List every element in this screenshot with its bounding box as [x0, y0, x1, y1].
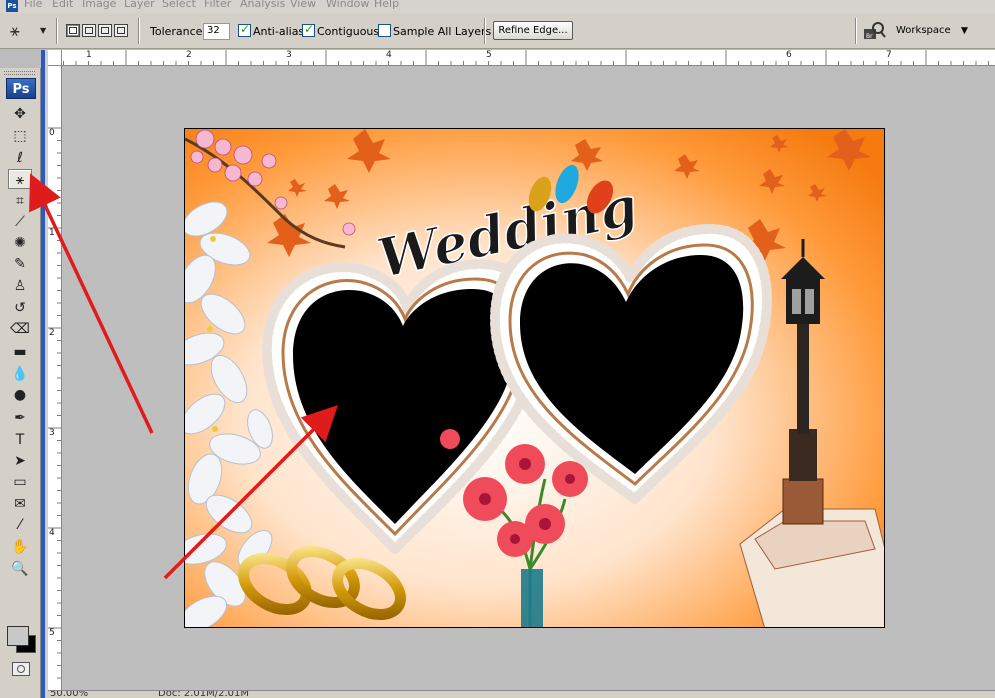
ruler-label: 3	[286, 50, 292, 60]
menu-layer[interactable]: Layer	[124, 0, 155, 10]
chevron-down-icon: ▼	[40, 26, 47, 35]
gradient-tool-icon[interactable]: ▬	[8, 342, 32, 362]
ps-app-icon[interactable]: Ps	[6, 0, 18, 12]
menu-image[interactable]: Image	[82, 0, 116, 10]
tolerance-input[interactable]: 32	[203, 23, 230, 40]
menu-window[interactable]: Window	[326, 0, 369, 10]
marquee-tool-icon[interactable]: ⬚	[8, 126, 32, 146]
ruler-label: 2	[49, 328, 55, 338]
slice-tool-icon[interactable]: ⟋	[8, 212, 32, 232]
horizontal-ruler[interactable]: 1 2 3 4 5 6 7	[48, 50, 995, 66]
workspace-button[interactable]: Workspace ▼	[896, 22, 976, 40]
lasso-tool-icon[interactable]: ℓ	[8, 148, 32, 168]
menu-edit[interactable]: Edit	[52, 0, 73, 10]
check-icon: ✓	[304, 22, 315, 36]
hand-tool-icon[interactable]: ✋	[8, 537, 32, 557]
ruler-label: 1	[49, 228, 55, 238]
ps-logo[interactable]: Ps	[6, 78, 36, 99]
sample-all-layers-checkbox[interactable]	[378, 24, 391, 37]
add-to-selection-button[interactable]	[82, 24, 96, 37]
options-bar: ⚹ ▼ Tolerance: 32 ✓ Anti-alias ✓ Contigu…	[0, 13, 995, 49]
tool-preset-picker[interactable]: ⚹ ▼	[6, 19, 52, 43]
menu-help[interactable]: Help	[374, 0, 399, 10]
menu-analysis[interactable]: Analysis	[240, 0, 285, 10]
blur-tool-icon[interactable]: 💧	[8, 364, 32, 384]
workspace-label: Workspace	[896, 25, 951, 36]
quick-mask-icon[interactable]	[12, 662, 30, 676]
eyedropper-tool-icon[interactable]: ⁄	[8, 515, 32, 535]
ruler-label: 6	[786, 50, 792, 60]
vertical-ruler[interactable]: 0 1 2 3 4 5	[48, 66, 62, 690]
eraser-tool-icon[interactable]: ⌫	[8, 319, 32, 339]
anti-alias-label: Anti-alias	[253, 25, 305, 38]
ruler-label: 5	[486, 50, 492, 60]
notes-tool-icon[interactable]: ✉	[8, 494, 32, 514]
tolerance-label: Tolerance:	[150, 25, 207, 38]
status-bar: 50.00% Doc: 2.01M/2.01M	[48, 690, 995, 698]
menu-bar: Ps File Edit Image Layer Select Filter A…	[0, 0, 995, 13]
ruler-label: 0	[49, 128, 55, 138]
svg-text:Br: Br	[866, 33, 873, 40]
ruler-label: 3	[49, 428, 55, 438]
new-selection-button[interactable]	[66, 24, 80, 37]
clone-stamp-tool-icon[interactable]: ♙	[8, 276, 32, 296]
subtract-from-selection-button[interactable]	[98, 24, 112, 37]
photoshop-window: { "app": {"logo": "Ps"}, "menu": ["File"…	[0, 0, 995, 698]
menu-filter[interactable]: Filter	[204, 0, 231, 10]
brush-tool-icon[interactable]: ✎	[8, 254, 32, 274]
toolbox-grip[interactable]	[4, 71, 35, 75]
pen-tool-icon[interactable]: ✒	[8, 408, 32, 428]
path-selection-tool-icon[interactable]: ➤	[8, 451, 32, 471]
crop-tool-icon[interactable]: ⌗	[8, 191, 32, 211]
sample-all-layers-label: Sample All Layers	[393, 25, 492, 38]
healing-brush-tool-icon[interactable]: ✺	[8, 233, 32, 253]
toolbox: Ps ✥ ⬚ ℓ ⚹ ⌗ ⟋ ✺ ✎ ♙ ↺ ⌫ ▬ 💧 ● ✒ T ➤ ▭ ✉ ⁄ ✋ 🔍	[0, 68, 41, 698]
ruler-label: 4	[49, 528, 55, 538]
ruler-label: 1	[86, 50, 92, 60]
wedding-frame-artwork: Wedding	[185, 129, 884, 627]
menu-file[interactable]: File	[24, 0, 42, 10]
type-tool-icon[interactable]: T	[8, 430, 32, 450]
menu-view[interactable]: View	[290, 0, 316, 10]
dodge-tool-icon[interactable]: ●	[8, 385, 32, 405]
separator	[484, 18, 486, 44]
magic-wand-tool-icon[interactable]: ⚹	[8, 169, 32, 189]
ruler-label: 5	[49, 628, 55, 638]
anti-alias-checkbox[interactable]: ✓	[238, 22, 251, 37]
history-brush-tool-icon[interactable]: ↺	[8, 298, 32, 318]
magic-wand-icon: ⚹	[10, 21, 20, 40]
intersect-selection-button[interactable]	[114, 24, 128, 37]
zoom-tool-icon[interactable]: 🔍	[8, 559, 32, 579]
move-tool-icon[interactable]: ✥	[8, 104, 32, 124]
menu-select[interactable]: Select	[162, 0, 196, 10]
separator	[855, 18, 857, 44]
doc-size: Doc: 2.01M/2.01M	[158, 690, 250, 698]
ruler-label: 2	[186, 50, 192, 60]
refine-edge-button[interactable]: Refine Edge...	[493, 21, 573, 40]
separator	[138, 18, 140, 44]
foreground-color-swatch[interactable]	[7, 626, 29, 646]
check-icon: ✓	[240, 22, 251, 36]
contiguous-label: Contiguous	[317, 25, 380, 38]
document-canvas[interactable]: Wedding	[184, 128, 885, 628]
bridge-icon[interactable]: Br	[862, 21, 886, 41]
shape-tool-icon[interactable]: ▭	[8, 472, 32, 492]
ruler-label: 7	[886, 50, 892, 60]
separator	[56, 18, 58, 44]
zoom-level[interactable]: 50.00%	[50, 691, 88, 698]
ruler-label: 4	[386, 50, 392, 60]
ruler-ticks	[48, 127, 61, 679]
chevron-down-icon: ▼	[961, 26, 968, 36]
ruler-origin[interactable]	[48, 50, 62, 66]
contiguous-checkbox[interactable]: ✓	[302, 22, 315, 37]
